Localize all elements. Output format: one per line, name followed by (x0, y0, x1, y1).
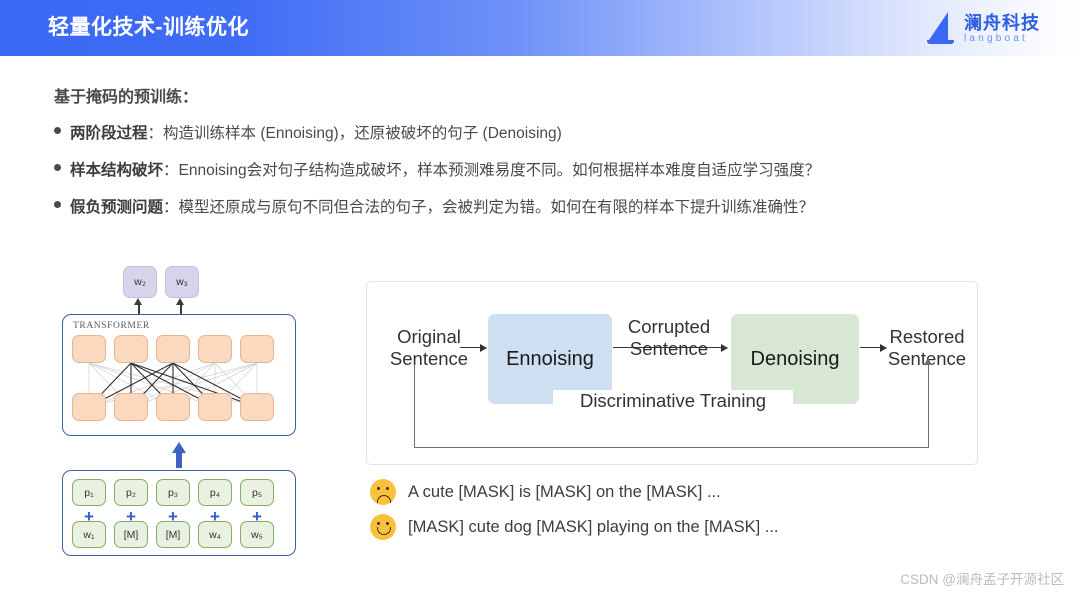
list-item: 假负预测问题 ：模型还原成与原句不同但合法的句子，会被判定为错。如何在有限的样本… (54, 198, 1054, 218)
output-token: w₃ (165, 266, 199, 298)
hidden-cell (72, 335, 106, 363)
frowning-face-emoji (370, 479, 396, 505)
emoji-mouth (377, 527, 391, 535)
list-item: A cute [MASK] is [MASK] on the [MASK] ..… (370, 479, 779, 505)
bullet-body: ：Ennoising会对句子结构造成破坏，样本预测难易度不同。如何根据样本难度自… (163, 162, 821, 179)
sailboat-logo-icon (927, 12, 957, 46)
output-arrow-head-icon (175, 298, 184, 305)
masked-lm-figure: w₂ w₃ TRANSFORMER p₁ p₂ p₃ p₄ p₅ + + + +… (62, 266, 302, 556)
position-token-label: p₂ (126, 486, 136, 499)
position-token-label: p₅ (251, 486, 263, 499)
embedding-cell (114, 393, 148, 421)
arrow-original-to-ennoising (460, 342, 487, 354)
hull-shape (927, 40, 954, 44)
position-embedding-cell: p₄ (198, 479, 232, 506)
embedding-cell (156, 393, 190, 421)
output-token-row: w₂ w₃ (117, 266, 247, 298)
emoji-eye-right (385, 522, 389, 526)
position-embedding-cell: p₂ (114, 479, 148, 506)
page-title: 轻量化技术-训练优化 (48, 16, 249, 39)
arrow-ennoising-to-denoising (613, 342, 728, 354)
emoji-mouth (377, 495, 391, 503)
smiling-face-emoji (370, 514, 396, 540)
embedding-cell (198, 393, 232, 421)
input-token-cell: [M] (114, 521, 148, 548)
ennoising-denoising-flow-panel: Original Sentence Ennoising Corrupted Se… (366, 281, 978, 465)
loop-arrow-head-icon (924, 358, 932, 365)
bullet-lead: 两阶段过程 (70, 125, 148, 142)
flow-node-corrupted: Corrupted Sentence (615, 316, 723, 360)
arrow-stem (176, 451, 182, 468)
input-token-label: w₄ (209, 528, 221, 541)
discriminative-training-label: Discriminative Training (553, 390, 793, 412)
flow-node-corrupted-line1: Corrupted (627, 316, 711, 337)
list-item: [MASK] cute dog [MASK] playing on the [M… (370, 514, 779, 540)
brand-name-cn: 澜舟科技 (964, 13, 1040, 33)
bullet-lead: 样本结构破坏 (70, 162, 164, 179)
bullet-dot-icon (54, 164, 61, 171)
hidden-cell (114, 335, 148, 363)
input-token-cell: w₅ (240, 521, 274, 548)
input-token-cell: [M] (156, 521, 190, 548)
input-token-cell: w₄ (198, 521, 232, 548)
hidden-cell (156, 335, 190, 363)
sail-shape (929, 12, 948, 40)
example-sentence-list: A cute [MASK] is [MASK] on the [MASK] ..… (370, 479, 779, 549)
position-token-label: p₁ (84, 486, 94, 499)
bullet-dot-icon (54, 127, 61, 134)
brand-name-en: langboat (964, 33, 1028, 44)
page-header: 轻量化技术-训练优化 澜舟科技 langboat (0, 0, 1080, 56)
position-embedding-cell: p₁ (72, 479, 106, 506)
transformer-label: TRANSFORMER (71, 321, 152, 331)
watermark: CSDN @澜舟孟子开源社区 (900, 572, 1064, 587)
flow-node-original-line1: Original (397, 326, 461, 347)
input-to-model-arrow-icon (172, 442, 186, 468)
embedding-cell (72, 393, 106, 421)
bullet-lead: 假负预测问题 (70, 199, 164, 216)
bullet-body: ：构造训练样本 (Ennoising)，还原被破坏的句子 (Denoising) (147, 125, 562, 142)
flow-node-restored-line1: Restored (889, 326, 965, 347)
brand-text: 澜舟科技 langboat (964, 13, 1040, 45)
hidden-cell (240, 335, 274, 363)
emoji-eye-left (377, 522, 381, 526)
bullet-list: 两阶段过程 ：构造训练样本 (Ennoising)，还原被破坏的句子 (Deno… (54, 124, 1054, 235)
transformer-panel: TRANSFORMER (62, 314, 296, 436)
bullet-dot-icon (54, 201, 61, 208)
embedding-cell (240, 393, 274, 421)
output-token: w₂ (123, 266, 157, 298)
input-token-cell: w₁ (72, 521, 106, 548)
input-token-label: [M] (165, 528, 181, 541)
section-heading: 基于掩码的预训练： (54, 89, 199, 106)
position-token-label: p₄ (209, 486, 221, 499)
position-embedding-cell: p₅ (240, 479, 274, 506)
input-token-label: w₅ (251, 528, 263, 541)
example-sentence-text: [MASK] cute dog [MASK] playing on the [M… (408, 517, 779, 536)
flow-node-corrupted-line2: Sentence (629, 338, 709, 359)
input-token-label: [M] (123, 528, 139, 541)
input-token-label: w₁ (83, 528, 95, 541)
position-token-label: p₃ (167, 486, 179, 499)
position-embedding-cell: p₃ (156, 479, 190, 506)
emoji-eye-left (377, 487, 381, 491)
output-arrow-head-icon (133, 298, 142, 305)
list-item: 两阶段过程 ：构造训练样本 (Ennoising)，还原被破坏的句子 (Deno… (54, 124, 1054, 144)
emoji-eye-right (385, 487, 389, 491)
input-panel: p₁ p₂ p₃ p₄ p₅ + + + + + w₁ [M] [M] w₄ w… (62, 470, 296, 556)
brand-logo: 澜舟科技 langboat (927, 10, 1040, 48)
bullet-body: ：模型还原成与原句不同但合法的句子，会被判定为错。如何在有限的样本下提升训练准确… (163, 199, 815, 216)
list-item: 样本结构破坏 ：Ennoising会对句子结构造成破坏，样本预测难易度不同。如何… (54, 161, 1054, 181)
example-sentence-text: A cute [MASK] is [MASK] on the [MASK] ..… (408, 482, 721, 501)
hidden-cell (198, 335, 232, 363)
